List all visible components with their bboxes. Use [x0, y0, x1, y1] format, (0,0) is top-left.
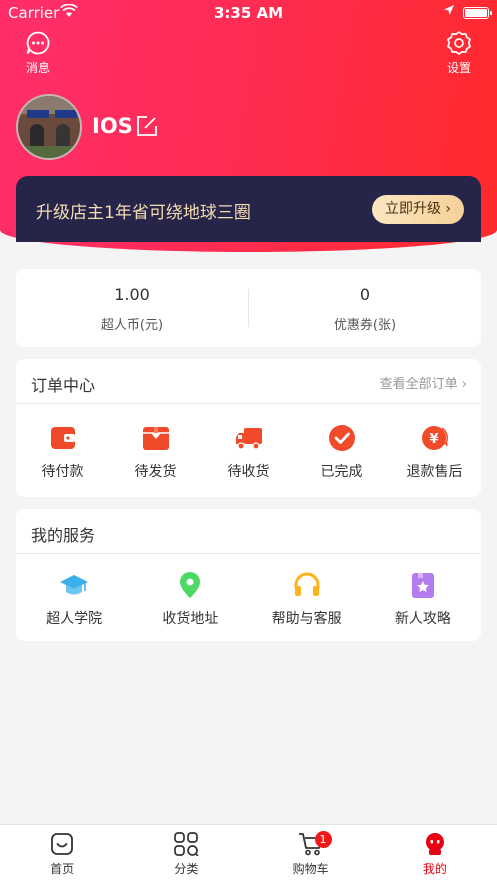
order-pending-receipt[interactable]: 待收货 [202, 404, 295, 481]
service-label: 超人学院 [46, 611, 103, 627]
home-face-icon [51, 833, 74, 855]
order-label: 已完成 [320, 464, 363, 480]
edit-icon[interactable] [136, 115, 158, 141]
order-label: 退款售后 [406, 464, 463, 480]
tab-bar: 首页 分类 1 购物车 我的 [0, 824, 497, 883]
coin-label: 超人币(元) [100, 318, 164, 333]
order-center-title: 订单中心 [31, 376, 96, 395]
tab-label: 我的 [422, 862, 447, 876]
clock: 3:35 AM [213, 4, 284, 22]
tab-home[interactable]: 首页 [0, 825, 124, 883]
truck-icon [235, 428, 262, 450]
coin-value: 1.00 [114, 285, 150, 304]
messages-button[interactable]: 消息 [15, 30, 61, 76]
profile-robot-icon [425, 833, 444, 855]
svg-text:¥: ¥ [429, 432, 438, 447]
graduation-cap-icon [60, 575, 89, 595]
service-help[interactable]: 帮助与客服 [249, 554, 365, 628]
location-pin-icon [180, 572, 201, 598]
service-academy[interactable]: 超人学院 [16, 554, 132, 628]
cart-badge: 1 [314, 831, 332, 848]
order-refund[interactable]: ¥ 退款售后 [388, 404, 481, 481]
view-all-orders-link[interactable]: 查看全部订单 › [380, 373, 467, 392]
tab-label: 首页 [50, 862, 75, 876]
settings-label: 设置 [446, 61, 471, 75]
service-label: 收货地址 [162, 611, 219, 627]
package-icon [142, 427, 169, 450]
upgrade-banner: 升级店主1年省可绕地球三圈 立即升级 › [16, 176, 481, 242]
coupon-label: 优惠券(张) [333, 318, 397, 333]
nickname: IOS [92, 114, 133, 138]
gear-icon [447, 31, 471, 55]
tab-category[interactable]: 分类 [124, 825, 248, 883]
service-label: 帮助与客服 [271, 611, 342, 627]
tab-label: 购物车 [292, 862, 329, 876]
services-title: 我的服务 [31, 526, 96, 545]
star-bookmark-icon [411, 573, 434, 598]
account-stats: 1.00 超人币(元) 0 优惠券(张) [16, 269, 481, 347]
order-label: 待发货 [134, 464, 177, 480]
check-circle-icon [328, 425, 355, 451]
order-completed[interactable]: 已完成 [295, 404, 388, 481]
battery-icon [463, 7, 492, 19]
service-label: 新人攻略 [394, 611, 451, 627]
coupon-count[interactable]: 0 优惠券(张) [249, 269, 481, 347]
upgrade-button[interactable]: 立即升级 › [372, 195, 464, 224]
coupon-value: 0 [359, 285, 371, 304]
messages-label: 消息 [25, 61, 50, 75]
headphones-icon [294, 572, 320, 596]
my-services: 我的服务 超人学院 收货地址 帮助与客服 新人攻略 [16, 509, 481, 641]
tab-mine[interactable]: 我的 [373, 825, 497, 883]
order-pending-payment[interactable]: 待付款 [16, 404, 109, 481]
tab-cart[interactable]: 1 购物车 [249, 825, 373, 883]
coin-balance[interactable]: 1.00 超人币(元) [16, 269, 248, 347]
refund-icon: ¥ [421, 426, 448, 450]
service-newbie-guide[interactable]: 新人攻略 [365, 554, 481, 628]
tab-label: 分类 [174, 862, 199, 876]
category-grid-icon [174, 832, 199, 856]
profile-info: IOS [16, 94, 316, 160]
chat-bubble-icon [26, 31, 50, 55]
order-center: 订单中心 查看全部订单 › 待付款 待发货 待收货 已完成 ¥ 退款售后 [16, 359, 481, 497]
order-label: 待收货 [227, 464, 270, 480]
location-arrow-icon [443, 4, 455, 20]
status-bar: Carrier 3:35 AM [0, 0, 497, 26]
order-label: 待付款 [41, 464, 84, 480]
avatar[interactable] [16, 94, 82, 160]
wallet-icon [50, 427, 75, 449]
banner-text: 升级店主1年省可绕地球三圈 [36, 203, 251, 223]
service-address[interactable]: 收货地址 [132, 554, 248, 628]
order-pending-shipment[interactable]: 待发货 [109, 404, 202, 481]
settings-button[interactable]: 设置 [436, 30, 482, 76]
